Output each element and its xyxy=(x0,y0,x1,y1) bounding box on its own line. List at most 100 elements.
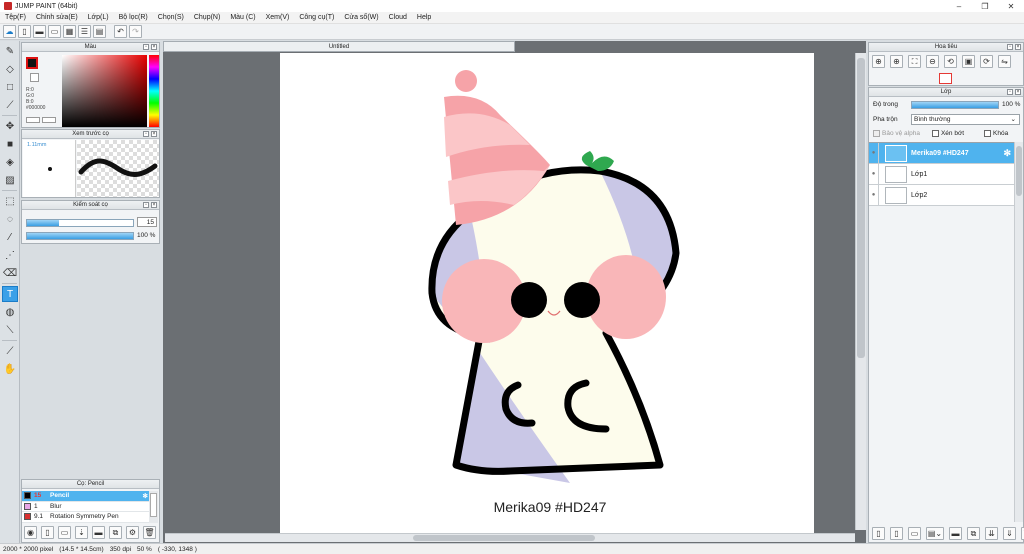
brush-copy-icon[interactable]: ▭ xyxy=(58,526,71,539)
brush-add-icon[interactable]: ◉ xyxy=(24,526,37,539)
visibility-icon[interactable]: ● xyxy=(869,184,879,206)
zoom-in-icon[interactable]: ⊕ xyxy=(872,55,885,68)
undo-icon[interactable]: ↶ xyxy=(114,25,127,38)
brush-item-pencil[interactable]: 15 Pencil ✻ xyxy=(22,491,150,502)
menu-select[interactable]: Chọn(S) xyxy=(153,14,189,21)
brush-delete-icon[interactable]: 🗑 xyxy=(143,526,156,539)
new-layer-alt-icon[interactable]: ▯ xyxy=(890,527,903,540)
brush-list-scrollbar[interactable] xyxy=(149,491,158,523)
layer-row-lop2[interactable]: ● Lớp2 xyxy=(869,184,1014,206)
menu-capture[interactable]: Chụp(N) xyxy=(189,14,225,21)
primary-color-swatch[interactable] xyxy=(26,57,38,69)
magic-wand-tool-icon[interactable]: ⁄ xyxy=(2,229,18,245)
copy-layer-icon[interactable]: ⧉ xyxy=(967,527,980,540)
comment-icon[interactable]: ▬ xyxy=(33,25,46,38)
layer-menu-icon[interactable]: ▤⌄ xyxy=(926,527,944,540)
gradient-tool-icon[interactable]: ▨ xyxy=(2,172,18,188)
brush-item-rotation-symmetry-pen[interactable]: 9.1 Rotation Symmetry Pen xyxy=(22,512,150,523)
text-tool-icon[interactable]: T xyxy=(2,286,18,302)
panel-float-icon[interactable]: ▫ xyxy=(1007,89,1013,95)
select-rect-tool-icon[interactable]: ⬚ xyxy=(2,193,18,209)
rotate-left-icon[interactable]: ⟲ xyxy=(944,55,957,68)
color-mode-button-2[interactable] xyxy=(42,117,56,123)
panel-float-icon[interactable]: ▫ xyxy=(143,202,149,208)
rectangle-tool-icon[interactable]: □ xyxy=(2,79,18,95)
panel-close-icon[interactable]: × xyxy=(151,44,157,50)
merge-down-icon[interactable]: ⇓ xyxy=(1003,527,1016,540)
clipping-checkbox[interactable] xyxy=(931,130,939,137)
menu-help[interactable]: Help xyxy=(412,14,436,21)
menu-filter[interactable]: Bộ lọc(R) xyxy=(114,14,153,21)
canvas-horizontal-scrollbar[interactable] xyxy=(165,533,855,542)
layer-folder-icon[interactable]: ▬ xyxy=(949,527,962,540)
color-hue-strip[interactable] xyxy=(149,55,159,127)
menu-color[interactable]: Màu (C) xyxy=(225,14,260,21)
menu-file[interactable]: Tệp(F) xyxy=(0,14,31,21)
duplicate-layer-icon[interactable]: ▭ xyxy=(908,527,921,540)
menu-layer[interactable]: Lớp(L) xyxy=(83,14,114,21)
canvas-paper[interactable]: Merika09 #HD247 xyxy=(280,53,814,533)
move-tool-icon[interactable]: ✥ xyxy=(2,118,18,134)
actual-size-icon[interactable]: ▣ xyxy=(962,55,975,68)
panel-float-icon[interactable]: ▫ xyxy=(1007,44,1013,50)
maximize-button[interactable]: ❐ xyxy=(972,0,998,12)
pen-tool-icon[interactable]: ✎ xyxy=(2,43,18,59)
brush-duplicate-icon[interactable]: ⧉ xyxy=(109,526,122,539)
blend-mode-select[interactable]: Bình thường ⌄ xyxy=(911,114,1020,125)
document-tab[interactable]: Untitled xyxy=(163,41,515,52)
panel-close-icon[interactable]: × xyxy=(1015,44,1021,50)
close-button[interactable]: ✕ xyxy=(998,0,1024,12)
redo-icon[interactable]: ↷ xyxy=(129,25,142,38)
menu-edit[interactable]: Chỉnh sửa(E) xyxy=(31,14,83,21)
canvas-vertical-scrollbar[interactable] xyxy=(855,53,866,530)
secondary-color-swatch[interactable] xyxy=(30,73,39,82)
select-eraser-tool-icon[interactable]: ⌫ xyxy=(2,265,18,281)
navigator-thumbnail[interactable] xyxy=(939,73,952,84)
hand-tool-icon[interactable]: ✋ xyxy=(2,361,18,377)
color-mode-button[interactable] xyxy=(26,117,40,123)
fit-window-icon[interactable]: ⛶ xyxy=(908,55,921,68)
rotate-right-icon[interactable]: ⟳ xyxy=(980,55,993,68)
cloud-icon[interactable]: ☁ xyxy=(3,25,16,38)
fill-rect-tool-icon[interactable]: ■ xyxy=(2,136,18,152)
new-layer-icon[interactable]: ▯ xyxy=(872,527,885,540)
zoom-out-icon[interactable]: ⊖ xyxy=(926,55,939,68)
ruler-tool-icon[interactable]: ⟍ xyxy=(2,322,18,338)
brush-gear-icon[interactable]: ✻ xyxy=(143,492,148,500)
brush-size-value[interactable]: 15 xyxy=(137,217,157,227)
eraser-tool-icon[interactable]: ◇ xyxy=(2,61,18,77)
panel-float-icon[interactable]: ▫ xyxy=(143,131,149,137)
menu-window[interactable]: Cửa sổ(W) xyxy=(339,14,383,21)
visibility-icon[interactable]: ● xyxy=(869,163,879,185)
brush-opacity-slider[interactable] xyxy=(26,232,134,240)
lasso-tool-icon[interactable]: ◌ xyxy=(2,211,18,227)
brush-new-icon[interactable]: ▯ xyxy=(41,526,54,539)
lock-checkbox[interactable] xyxy=(984,130,992,137)
brush-folder-icon[interactable]: ▬ xyxy=(92,526,105,539)
flip-icon[interactable]: ⇋ xyxy=(998,55,1011,68)
panel-float-icon[interactable]: ▫ xyxy=(143,44,149,50)
color-saturation-field[interactable] xyxy=(62,55,147,127)
brush-item-blur[interactable]: 1 Blur xyxy=(22,502,150,512)
protect-alpha-checkbox[interactable] xyxy=(873,130,880,137)
list-icon[interactable]: ☰ xyxy=(78,25,91,38)
visibility-icon[interactable]: ● xyxy=(869,142,879,164)
brush-settings-icon[interactable]: ⚙ xyxy=(126,526,139,539)
layer-opacity-slider[interactable] xyxy=(911,101,999,109)
menu-tools[interactable]: Công cụ(T) xyxy=(294,14,339,21)
brush-import-icon[interactable]: ⇣ xyxy=(75,526,88,539)
panel-close-icon[interactable]: × xyxy=(151,131,157,137)
eyedropper-tool-icon[interactable]: ⟋ xyxy=(2,343,18,359)
bucket-tool-icon[interactable]: ◈ xyxy=(2,154,18,170)
menu-view[interactable]: Xem(V) xyxy=(261,14,295,21)
menu-cloud[interactable]: Cloud xyxy=(384,14,412,21)
layout-icon[interactable]: ▤ xyxy=(93,25,106,38)
panel-close-icon[interactable]: × xyxy=(1015,89,1021,95)
new-file-icon[interactable]: ▯ xyxy=(18,25,31,38)
panel-close-icon[interactable]: × xyxy=(151,202,157,208)
line-tool-icon[interactable]: ⟋ xyxy=(2,97,18,113)
layer-row-merika09[interactable]: ● Merika09 #HD247 ✻ xyxy=(869,142,1014,164)
layer-gear-icon[interactable]: ✻ xyxy=(1003,148,1011,159)
select-pen-tool-icon[interactable]: ⋰ xyxy=(2,247,18,263)
brush-size-slider[interactable] xyxy=(26,219,134,227)
